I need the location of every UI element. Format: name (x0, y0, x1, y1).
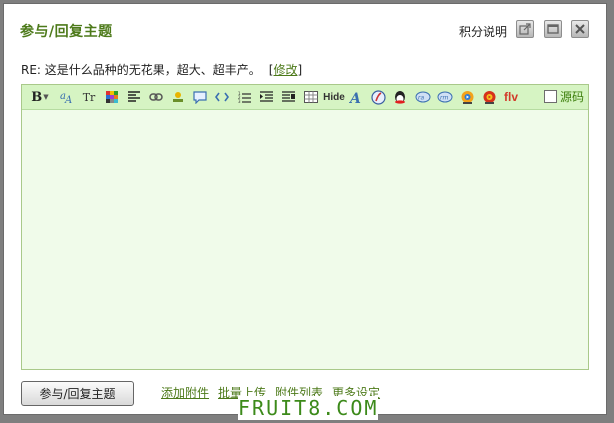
source-label: 源码 (560, 90, 585, 104)
editor-toolbar: B ▼ aA Tr 1 2 3 Hide A ra rm flv 源码 (22, 85, 588, 110)
image-icon (173, 92, 183, 102)
audio-button[interactable]: ra (414, 89, 432, 105)
message-body-area[interactable] (22, 110, 588, 369)
outdent-button[interactable] (280, 89, 296, 105)
outdent-icon (281, 90, 295, 102)
video-icon: rm (437, 91, 453, 103)
maximize-button[interactable] (544, 20, 562, 38)
add-attachment-link[interactable]: 添加附件 (161, 384, 209, 401)
free-text-icon: A (349, 91, 361, 104)
free-text-button[interactable]: A (348, 89, 364, 105)
hide-button[interactable]: Hide (323, 89, 345, 105)
media-player-icon (461, 90, 473, 104)
background-color-button[interactable] (104, 89, 120, 105)
dialog-title: 参与/回复主题 (20, 24, 113, 40)
font-size-button[interactable]: Tr (80, 89, 98, 105)
source-checkbox[interactable] (544, 90, 557, 103)
background-color-icon (106, 91, 118, 103)
real-player-icon (483, 90, 495, 104)
svg-text:3: 3 (238, 99, 241, 104)
quote-button[interactable] (192, 89, 208, 105)
edit-subject-link[interactable]: 修改 (273, 63, 297, 77)
font-color-icon: aA (60, 91, 72, 105)
flash-button[interactable] (370, 89, 386, 105)
code-button[interactable] (214, 89, 230, 105)
code-icon (215, 92, 229, 102)
bold-icon: B (31, 89, 43, 105)
maximize-icon (547, 24, 559, 34)
watermark: FRUIT8.COM (238, 396, 379, 420)
popout-icon (519, 23, 531, 35)
font-color-button[interactable]: aA (58, 89, 76, 105)
popout-button[interactable] (516, 20, 534, 38)
audio-icon: ra (415, 91, 431, 103)
image-button[interactable] (170, 89, 186, 105)
ordered-list-icon: 123 (238, 91, 251, 104)
reply-subject-text: RE: 这是什么品种的无花果，超大、超丰产。 (21, 63, 261, 77)
svg-text:A: A (64, 95, 72, 105)
media-player-button[interactable] (459, 89, 475, 105)
hide-icon: Hide (323, 91, 345, 103)
table-icon (304, 91, 318, 103)
link-icon (149, 93, 163, 101)
flash-icon (370, 89, 386, 105)
reply-subject: RE: 这是什么品种的无花果，超大、超丰产。 [修改] (21, 61, 302, 78)
bold-button[interactable]: B ▼ (30, 89, 50, 105)
flv-icon: flv (503, 90, 518, 104)
indent-icon (259, 90, 273, 102)
scoring-help-link[interactable]: 积分说明 (459, 23, 507, 40)
quote-icon (193, 90, 207, 104)
qq-icon (395, 90, 405, 104)
flv-button[interactable]: flv (501, 89, 521, 105)
bracket-close: ] (297, 63, 303, 77)
font-size-icon: Tr (82, 90, 96, 104)
close-button[interactable] (571, 20, 589, 38)
video-button[interactable]: rm (436, 89, 454, 105)
reply-dialog: 参与/回复主题 积分说明 RE: 这是什么品种的无花果，超大、超丰产。 [修改] … (3, 3, 607, 420)
real-player-button[interactable] (481, 89, 497, 105)
align-icon (128, 91, 140, 102)
rich-text-editor: B ▼ aA Tr 1 2 3 Hide A ra rm flv 源码 (21, 84, 589, 370)
svg-text:rm: rm (440, 95, 448, 102)
close-icon (575, 24, 585, 34)
qq-button[interactable] (392, 89, 408, 105)
source-toggle[interactable]: 源码 (544, 88, 584, 105)
link-button[interactable] (148, 89, 164, 105)
indent-button[interactable] (258, 89, 274, 105)
align-button[interactable] (126, 89, 142, 105)
svg-text:ra: ra (418, 95, 424, 102)
submit-reply-button[interactable]: 参与/回复主题 (21, 381, 134, 406)
ordered-list-button[interactable]: 123 (236, 89, 252, 105)
svg-text:A: A (349, 91, 361, 104)
table-button[interactable] (303, 89, 319, 105)
